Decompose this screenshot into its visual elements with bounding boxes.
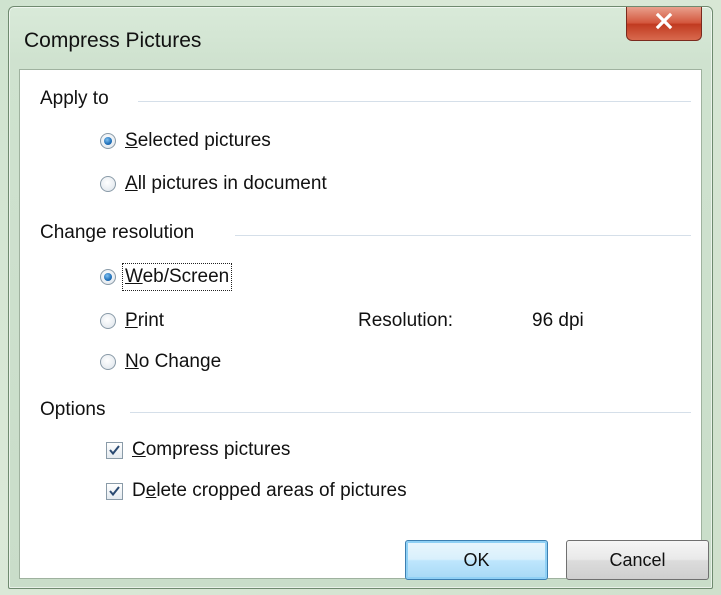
checkbox-compress-pictures[interactable]: Compress pictures	[106, 439, 290, 461]
dialog-body: Apply to Selected pictures All pictures …	[19, 69, 709, 580]
options-heading: Options	[40, 399, 106, 420]
radio-label-all-pictures: All pictures in document	[125, 173, 327, 194]
options-divider	[130, 412, 691, 413]
radio-button-unselected	[100, 176, 116, 192]
radio-selected-pictures[interactable]: Selected pictures	[100, 130, 271, 152]
close-icon	[654, 12, 674, 35]
radio-label-no-change: No Change	[125, 351, 222, 372]
radio-button-selected	[100, 133, 116, 149]
checkmark-icon	[109, 445, 120, 456]
resolution-label: Resolution:	[358, 310, 454, 331]
checkbox-box	[106, 441, 123, 459]
radio-button-selected	[100, 269, 116, 285]
radio-no-change[interactable]: No Change	[100, 351, 221, 373]
radio-web-screen[interactable]: Web/Screen	[100, 263, 233, 291]
radio-label-web-screen: Web/Screen	[121, 263, 233, 291]
checkbox-delete-cropped-areas[interactable]: Delete cropped areas of pictures	[106, 480, 407, 502]
dialog-title: Compress Pictures	[24, 29, 202, 52]
radio-print[interactable]: Print	[100, 310, 164, 332]
radio-all-pictures[interactable]: All pictures in document	[100, 173, 327, 195]
resolution-value: 96 dpi	[532, 310, 584, 331]
change-resolution-divider	[235, 235, 691, 236]
cancel-button[interactable]: Cancel	[566, 540, 709, 580]
radio-button-unselected	[100, 354, 116, 370]
close-button[interactable]	[626, 7, 702, 41]
apply-to-divider	[138, 101, 691, 102]
title-bar: Compress Pictures	[9, 7, 712, 69]
radio-label-print: Print	[125, 310, 165, 331]
compress-pictures-dialog: Compress Pictures Apply to Selected pict…	[8, 6, 713, 589]
checkmark-icon	[109, 486, 120, 497]
change-resolution-heading: Change resolution	[40, 222, 195, 243]
checkbox-label-compress-pictures: Compress pictures	[132, 439, 291, 460]
checkbox-box	[106, 482, 123, 500]
ok-button[interactable]: OK	[405, 540, 548, 580]
radio-label-selected-pictures: Selected pictures	[125, 130, 271, 151]
apply-to-heading: Apply to	[40, 88, 109, 109]
checkbox-label-delete-cropped-areas: Delete cropped areas of pictures	[132, 480, 407, 501]
radio-button-unselected	[100, 313, 116, 329]
